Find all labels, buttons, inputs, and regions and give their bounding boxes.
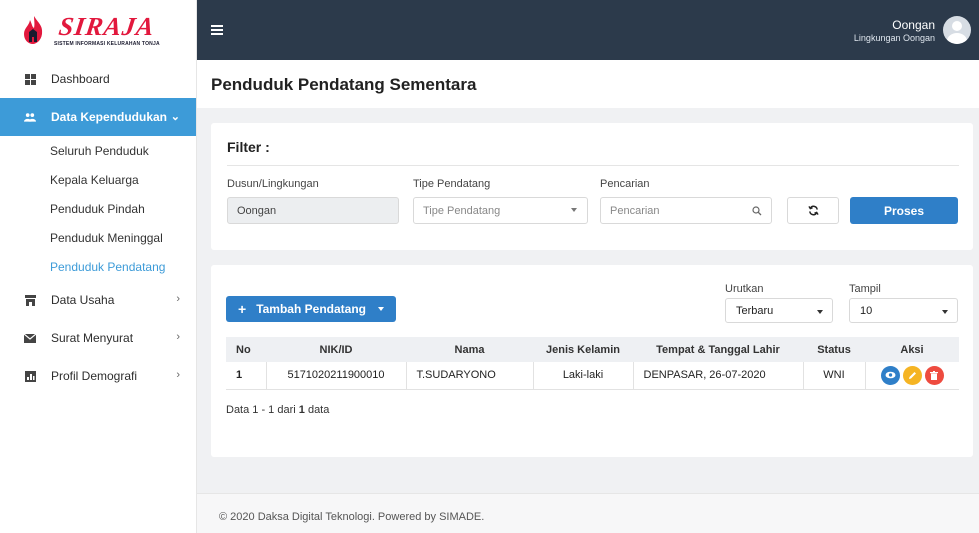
user-info[interactable]: Oongan Lingkungan Oongan	[854, 18, 935, 44]
sidebar-subitem-kepala-keluarga[interactable]: Kepala Keluarga	[0, 165, 196, 194]
menu-toggle-icon[interactable]	[211, 25, 223, 35]
page-size-select[interactable]: 10	[849, 298, 958, 323]
page-size-label: Tampil	[849, 283, 881, 295]
column-header-nik: NIK/ID	[319, 343, 353, 356]
sidebar-subitem-penduduk-pindah[interactable]: Penduduk Pindah	[0, 194, 196, 223]
sidebar-item-label: Data Usaha	[51, 293, 115, 307]
tipe-pendatang-select[interactable]: Tipe Pendatang	[413, 197, 588, 224]
sidebar-item-label: Data Kependudukan	[51, 110, 168, 124]
column-header-no: No	[236, 343, 251, 356]
sidebar-subitem-penduduk-meninggal[interactable]: Penduduk Meninggal	[0, 223, 196, 252]
pagination-info: Data 1 - 1 dari 1 data	[226, 404, 330, 416]
column-header-status: Status	[817, 343, 851, 356]
refresh-icon	[807, 205, 819, 216]
filter-title: Filter :	[227, 139, 270, 155]
search-icon	[752, 206, 762, 216]
sort-select[interactable]: Terbaru	[725, 298, 833, 323]
user-location: Lingkungan Oongan	[853, 33, 935, 43]
eye-icon	[885, 371, 896, 379]
dusun-value: Oongan	[237, 204, 277, 217]
trash-icon	[930, 370, 939, 380]
grid-icon	[24, 73, 36, 85]
dusun-field: Oongan	[227, 197, 399, 224]
cell-ttl: DENPASAR, 26-07-2020	[632, 362, 803, 389]
divider	[227, 165, 959, 166]
page-header: Penduduk Pendatang Sementara	[197, 60, 979, 108]
cell-status: WNI	[802, 362, 865, 389]
cell-nik: 5171020211900010	[265, 362, 406, 389]
column-header-jenis-kelamin: Jenis Kelamin	[546, 343, 620, 356]
filter-panel: Filter : Dusun/Lingkungan Oongan Tipe Pe…	[211, 123, 973, 250]
sidebar-item-label: Dashboard	[51, 72, 110, 86]
page-size-value: 10	[860, 304, 873, 317]
sidebar-subitem-penduduk-pendatang[interactable]: Penduduk Pendatang	[0, 252, 196, 281]
sort-label: Urutkan	[725, 283, 764, 295]
sidebar-item-data-kependudukan[interactable]: Data Kependudukan ⌄	[0, 98, 196, 136]
add-pendatang-label: Tambah Pendatang	[256, 302, 366, 316]
store-icon	[24, 294, 36, 306]
cell-jenis-kelamin: Laki-laki	[532, 362, 633, 389]
data-panel: + Tambah Pendatang Urutkan Terbaru Tampi…	[211, 265, 973, 457]
proses-button[interactable]: Proses	[850, 197, 958, 224]
sidebar-item-data-usaha[interactable]: Data Usaha ›	[0, 281, 196, 319]
chevron-right-icon: ›	[176, 331, 180, 343]
sidebar-item-dashboard[interactable]: Dashboard	[0, 60, 196, 98]
table-header-row: No NIK/ID Nama Jenis Kelamin Tempat & Ta…	[226, 337, 959, 362]
cell-aksi	[864, 362, 959, 389]
reset-button[interactable]	[787, 197, 839, 224]
page-title: Penduduk Pendatang Sementara	[211, 75, 477, 94]
sidebar-subitem-seluruh-penduduk[interactable]: Seluruh Penduduk	[0, 136, 196, 165]
search-label: Pencarian	[600, 178, 650, 190]
chart-icon	[24, 370, 36, 382]
cell-nama: T.SUDARYONO	[405, 362, 533, 389]
search-placeholder: Pencarian	[610, 204, 660, 217]
footer: © 2020 Daksa Digital Teknologi. Powered …	[197, 493, 979, 533]
column-header-ttl: Tempat & Tanggal Lahir	[656, 343, 780, 356]
sidebar-item-label: Surat Menyurat	[51, 331, 134, 345]
sidebar-item-profil-demografi[interactable]: Profil Demografi ›	[0, 357, 196, 395]
sidebar-item-label: Profil Demografi	[51, 369, 138, 383]
app-logo[interactable]: SIRAJA SISTEM INFORMASI KELURAHAN TONJA	[0, 0, 196, 60]
avatar[interactable]	[943, 16, 971, 44]
user-name: Oongan	[892, 18, 935, 32]
people-icon	[24, 111, 36, 123]
caret-down-icon	[942, 310, 948, 314]
logo-subtitle: SISTEM INFORMASI KELURAHAN TONJA	[54, 40, 160, 47]
dusun-label: Dusun/Lingkungan	[227, 178, 319, 190]
footer-copyright: © 2020 Daksa Digital Teknologi. Powered …	[219, 511, 485, 523]
view-button[interactable]	[880, 365, 900, 385]
plus-icon: +	[238, 301, 247, 317]
sidebar: SIRAJA SISTEM INFORMASI KELURAHAN TONJA …	[0, 0, 197, 533]
tipe-pendatang-placeholder: Tipe Pendatang	[423, 204, 501, 217]
chevron-right-icon: ›	[176, 369, 180, 381]
caret-down-icon	[377, 307, 384, 311]
sidebar-item-surat-menyurat[interactable]: Surat Menyurat ›	[0, 319, 196, 357]
column-header-nama: Nama	[454, 343, 485, 356]
flame-logo-icon	[24, 16, 43, 44]
top-navbar: Oongan Lingkungan Oongan	[197, 0, 979, 60]
chevron-down-icon: ⌄	[170, 111, 180, 123]
logo-wordmark: SIRAJA	[57, 11, 157, 41]
table-row[interactable]: 1 5171020211900010 T.SUDARYONO Laki-laki…	[226, 362, 959, 389]
chevron-right-icon: ›	[176, 293, 180, 305]
edit-button[interactable]	[902, 365, 922, 385]
add-pendatang-button[interactable]: + Tambah Pendatang	[226, 296, 396, 322]
column-header-aksi: Aksi	[900, 343, 924, 356]
caret-down-icon	[571, 208, 577, 212]
pencil-icon	[908, 371, 916, 379]
search-input[interactable]: Pencarian	[600, 197, 772, 224]
sort-value: Terbaru	[736, 304, 774, 317]
pendatang-table: No NIK/ID Nama Jenis Kelamin Tempat & Ta…	[226, 337, 959, 390]
cell-no: 1	[236, 369, 243, 382]
tipe-pendatang-label: Tipe Pendatang	[413, 178, 491, 190]
delete-button[interactable]	[924, 365, 944, 385]
mail-icon	[24, 332, 36, 344]
caret-down-icon	[817, 310, 823, 314]
